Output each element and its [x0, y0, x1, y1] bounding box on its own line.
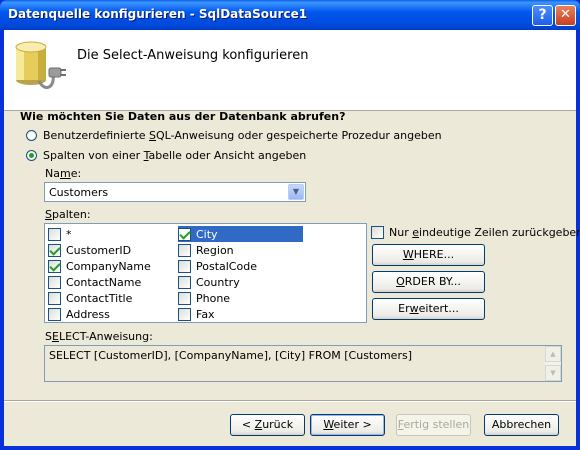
where-button[interactable]: WHERE... — [372, 244, 485, 266]
radio-custom-sql-button[interactable] — [26, 129, 37, 141]
column-item-postalcode[interactable]: PostalCode — [178, 258, 257, 274]
sql-statement-box[interactable]: SELECT [CustomerID], [CompanyName], [Cit… — [44, 345, 562, 382]
column-item-fax[interactable]: Fax — [178, 306, 215, 322]
radio-table-view[interactable]: Spalten von einer Tabelle oder Ansicht a… — [26, 148, 306, 162]
column-item-customerid[interactable]: CustomerID — [48, 242, 131, 258]
sql-statement-text: SELECT [CustomerID], [CompanyName], [Cit… — [49, 349, 412, 362]
column-label: Fax — [196, 307, 215, 321]
column-item-address[interactable]: Address — [48, 306, 110, 322]
column-checkbox[interactable] — [178, 259, 191, 273]
column-label: Address — [66, 307, 110, 321]
title-bar[interactable]: Datenquelle konfigurieren - SqlDataSourc… — [0, 0, 580, 30]
columns-list[interactable]: * CustomerID CompanyName ContactName Con… — [44, 223, 367, 323]
column-label: ContactTitle — [66, 291, 133, 305]
column-item-companyname[interactable]: CompanyName — [48, 258, 151, 274]
column-label: CompanyName — [66, 259, 151, 273]
scroll-up-icon[interactable]: ▲ — [545, 346, 561, 362]
column-checkbox[interactable] — [48, 259, 61, 273]
column-item-contacttitle[interactable]: ContactTitle — [48, 290, 132, 306]
window-title: Datenquelle konfigurieren - SqlDataSourc… — [8, 7, 308, 21]
table-name-dropdown[interactable]: Customers ▼ — [44, 182, 306, 202]
next-button[interactable]: Weiter > — [310, 414, 385, 436]
dialog-client: Die Select-Anweisung konfigurieren Wie m… — [4, 30, 580, 446]
advanced-button[interactable]: Erweitert... — [372, 298, 485, 320]
column-label: City — [196, 227, 218, 241]
columns-label: Spalten: — [45, 208, 91, 221]
column-item-all[interactable]: * — [48, 226, 72, 242]
radio-custom-sql-label: Benutzerdefinierte SQL-Anweisung oder ge… — [43, 128, 442, 142]
column-checkbox[interactable] — [178, 275, 191, 289]
column-item-phone[interactable]: Phone — [178, 290, 230, 306]
order-by-button[interactable]: ORDER BY... — [372, 271, 485, 293]
column-item-contactname[interactable]: ContactName — [48, 274, 141, 290]
header-title: Die Select-Anweisung konfigurieren — [77, 48, 309, 63]
column-label: * — [66, 227, 72, 241]
column-checkbox[interactable] — [48, 275, 61, 289]
column-checkbox[interactable] — [178, 227, 191, 241]
database-connection-icon — [15, 41, 66, 90]
close-button[interactable]: ✕ — [555, 5, 576, 26]
column-checkbox[interactable] — [48, 291, 61, 305]
question-label: Wie möchten Sie Daten aus der Datenbank … — [20, 110, 346, 123]
column-label: PostalCode — [196, 259, 257, 273]
column-label: ContactName — [66, 275, 142, 289]
column-item-country[interactable]: Country — [178, 274, 240, 290]
footer-separator — [4, 400, 576, 402]
table-name-value: Customers — [49, 186, 109, 199]
column-checkbox[interactable] — [48, 243, 61, 257]
column-label: CustomerID — [66, 243, 132, 257]
chevron-down-icon[interactable]: ▼ — [288, 184, 304, 200]
radio-table-view-label: Spalten von einer Tabelle oder Ansicht a… — [43, 148, 307, 162]
column-item-region[interactable]: Region — [178, 242, 234, 258]
dialog-window: Datenquelle konfigurieren - SqlDataSourc… — [0, 0, 580, 450]
scroll-down-icon[interactable]: ▼ — [545, 365, 561, 381]
unique-rows-checkbox[interactable]: Nur eindeutige Zeilen zurückgeben — [371, 224, 580, 240]
column-item-city[interactable]: City — [178, 226, 303, 242]
finish-button[interactable]: Fertig stellen — [396, 414, 471, 436]
back-button[interactable]: < Zurück — [230, 414, 305, 436]
column-checkbox[interactable] — [48, 307, 61, 321]
column-checkbox[interactable] — [178, 291, 191, 305]
column-checkbox[interactable] — [48, 227, 61, 241]
cancel-button[interactable]: Abbrechen — [484, 414, 559, 436]
column-label: Region — [196, 243, 234, 257]
sql-scrollbar[interactable]: ▲ ▼ — [545, 346, 561, 381]
unique-rows-box[interactable] — [371, 225, 384, 239]
help-button[interactable]: ? — [532, 5, 553, 26]
name-label: Name: — [45, 167, 82, 180]
column-checkbox[interactable] — [178, 307, 191, 321]
sql-statement-label: SELECT-Anweisung: — [45, 330, 153, 343]
unique-rows-label: Nur eindeutige Zeilen zurückgeben — [389, 225, 580, 239]
column-label: Phone — [196, 291, 231, 305]
radio-custom-sql[interactable]: Benutzerdefinierte SQL-Anweisung oder ge… — [26, 128, 442, 142]
column-checkbox[interactable] — [178, 243, 191, 257]
column-label: Country — [196, 275, 240, 289]
wizard-header: Die Select-Anweisung konfigurieren — [4, 30, 576, 111]
radio-table-view-button[interactable] — [26, 149, 37, 161]
